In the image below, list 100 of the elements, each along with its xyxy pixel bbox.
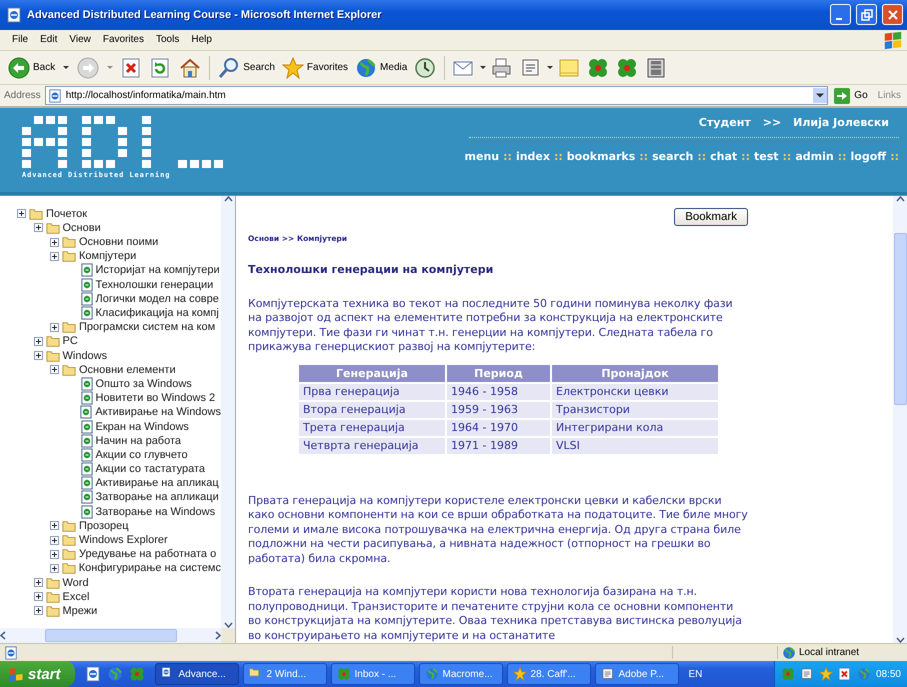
caret-icon[interactable] — [816, 93, 824, 98]
expand-icon[interactable] — [50, 564, 59, 573]
tree-item[interactable]: Основни поими — [79, 236, 158, 248]
tree-item[interactable]: Активирање на апликац — [96, 477, 219, 490]
tree-item[interactable]: Логички модел на совре — [96, 292, 219, 305]
menu-item[interactable]: Help — [185, 33, 218, 46]
tree-item[interactable]: Основни елементи — [79, 364, 176, 376]
favorites-button[interactable]: Favorites — [280, 54, 350, 82]
tree-item[interactable]: Историјат на компјутери — [96, 264, 220, 276]
clock-icon — [414, 56, 436, 79]
table-cell: VLSI — [552, 438, 718, 454]
taskbar-button[interactable]: Macrome... — [418, 663, 503, 685]
menu-item[interactable]: File — [6, 33, 34, 46]
taskbar-button[interactable]: Advance... — [154, 663, 239, 685]
nav-link[interactable]: search — [652, 150, 694, 164]
tree-item[interactable]: Компјутери — [79, 250, 136, 262]
expand-icon[interactable] — [50, 365, 59, 374]
tree-item[interactable]: Основи — [62, 222, 101, 234]
start-button[interactable]: start — [0, 661, 75, 687]
expand-icon[interactable] — [34, 606, 42, 616]
page-icon — [80, 462, 94, 476]
tree-item[interactable]: Windows — [62, 350, 108, 362]
expand-icon[interactable] — [50, 322, 59, 332]
minimize-icon — [836, 18, 842, 20]
tree-item[interactable]: Екран на Windows — [96, 420, 189, 433]
expand-icon[interactable] — [34, 336, 42, 346]
expand-icon[interactable] — [34, 223, 42, 232]
nav-link[interactable]: test — [754, 150, 779, 164]
tree-item[interactable]: Програмски систем на ком — [79, 321, 216, 334]
tree-item[interactable]: PC — [62, 335, 78, 348]
expand-icon[interactable] — [50, 238, 59, 247]
taskbar-button[interactable]: 2 Wind... — [242, 663, 327, 685]
taskbar-button[interactable]: Inbox - ... — [330, 663, 415, 685]
tree-item[interactable]: Прозорец — [79, 520, 129, 532]
tree-item[interactable]: Општо за Windows — [96, 378, 192, 390]
tray-icon[interactable] — [838, 667, 852, 681]
back-button[interactable]: Back — [6, 54, 58, 82]
tree-item[interactable]: Затворање на Windows — [96, 506, 216, 518]
nav-link[interactable]: chat — [710, 150, 738, 164]
vertical-scrollbar[interactable] — [221, 196, 235, 628]
tree-item[interactable]: Активирање на Windows — [95, 406, 221, 418]
nav-link[interactable]: bookmarks — [566, 150, 636, 164]
tree-item[interactable]: Почеток — [46, 208, 88, 220]
page-icon — [4, 646, 18, 660]
page-icon — [80, 434, 94, 448]
vertical-scrollbar[interactable] — [893, 196, 907, 644]
restore-button[interactable] — [856, 4, 877, 26]
caret-icon[interactable] — [547, 66, 554, 70]
nav-link[interactable]: index — [516, 150, 550, 164]
page-icon — [80, 292, 94, 306]
clover-icon — [616, 56, 638, 79]
tree-item[interactable]: Уредување на работната о — [79, 548, 216, 560]
nav-link[interactable]: logoff — [850, 150, 886, 164]
menu-item[interactable]: Tools — [150, 33, 186, 46]
address-field[interactable]: http://localhost/informatika/main.htm — [44, 86, 828, 106]
close-icon — [886, 8, 898, 21]
expand-icon[interactable] — [50, 521, 59, 530]
page-icon — [80, 504, 94, 519]
expand-icon[interactable] — [34, 351, 42, 360]
bookmark-button[interactable]: Bookmark — [674, 208, 748, 226]
taskbar-button[interactable]: Adobe P... — [594, 663, 679, 685]
tree-item[interactable]: Windows Explorer — [79, 534, 168, 546]
language-indicator[interactable]: EN — [682, 668, 708, 680]
expand-icon[interactable] — [17, 209, 26, 218]
expand-icon[interactable] — [34, 578, 42, 588]
tree-item[interactable]: Технолошки генерации — [96, 278, 214, 291]
caret-icon[interactable] — [63, 66, 70, 70]
nav-link[interactable]: admin — [795, 150, 834, 164]
expand-icon[interactable] — [50, 550, 59, 559]
menu-item[interactable]: View — [63, 33, 97, 46]
horizontal-scrollbar[interactable] — [0, 628, 221, 644]
page-icon — [80, 263, 94, 278]
tree-item[interactable]: Акции со глувчето — [96, 448, 188, 461]
caret-icon[interactable] — [480, 66, 486, 70]
menu-item[interactable]: Favorites — [96, 33, 150, 46]
tree-item[interactable]: Начин на работа — [96, 434, 182, 447]
menu-item[interactable]: Edit — [34, 33, 64, 46]
tree-item[interactable]: Затворање на апликаци — [96, 491, 219, 504]
expand-icon[interactable] — [50, 252, 59, 261]
tree-item[interactable]: Класификација на компј — [96, 307, 219, 320]
tree-item[interactable]: Конфигурирање на системс — [78, 562, 221, 574]
tree-item[interactable]: Excel — [62, 590, 90, 603]
go-button[interactable]: Go — [832, 88, 874, 104]
tree-item[interactable]: Акции со тастатурата — [96, 463, 205, 476]
expand-icon[interactable] — [34, 592, 42, 602]
tree-item[interactable]: Word — [62, 576, 89, 589]
separator-text: :: — [838, 150, 847, 164]
tray-icon[interactable] — [800, 667, 814, 681]
browser-icon[interactable] — [84, 666, 101, 682]
minimize-button[interactable] — [830, 4, 851, 26]
nav-link[interactable]: menu — [464, 150, 500, 164]
expand-icon[interactable] — [50, 536, 59, 545]
column-header: Генерација — [299, 364, 445, 382]
folder-icon — [61, 533, 77, 548]
media-button[interactable]: Media — [353, 54, 410, 82]
search-button[interactable]: Search — [216, 54, 277, 82]
tree-item[interactable]: Мрежи — [62, 604, 98, 617]
taskbar-button[interactable]: 28. Caff'... — [506, 663, 591, 685]
close-button[interactable] — [882, 4, 903, 26]
tree-item[interactable]: Новитети во Windows 2 — [96, 392, 216, 404]
